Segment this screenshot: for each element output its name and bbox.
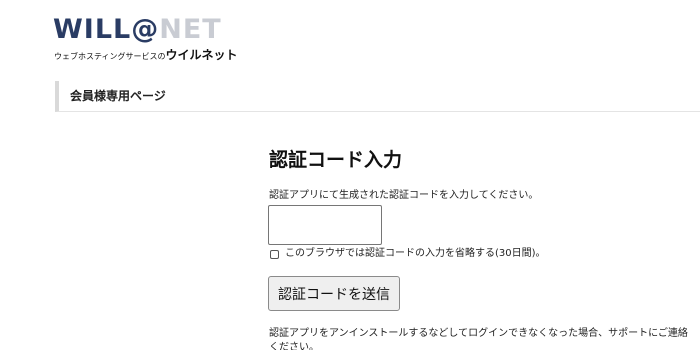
auth-code-input[interactable] [268,205,382,245]
logo-wordmark: WILL@NET [53,14,222,46]
page: WILL@NET ウェブホスティングサービスのウイルネット 会員様専用ページ 認… [0,0,700,350]
willnet-logo[interactable]: WILL@NET ウェブホスティングサービスのウイルネット [53,14,238,64]
logo-net-text: NET [159,14,222,45]
support-note: 認証アプリをアンインストールするなどしてログインできなくなった場合、サポートにご… [269,328,688,350]
logo-tagline-small: ウェブホスティングサービスの [54,52,166,61]
logo-at-symbol: @ [131,14,160,45]
remember-browser-option[interactable]: このブラウザでは認証コードの入力を省略する(30日間)。 [270,247,546,261]
section-title: 会員様専用ページ [70,89,166,103]
logo-tagline-brand: ウイルネット [165,48,238,62]
instruction-text: 認証アプリにて生成された認証コードを入力してください。 [269,190,539,201]
logo-tagline: ウェブホスティングサービスのウイルネット [54,47,238,64]
page-title: 認証コード入力 [269,149,403,171]
remember-browser-checkbox[interactable] [270,249,279,259]
submit-auth-code-button[interactable]: 認証コードを送信 [268,276,400,311]
members-section-header: 会員様専用ページ [55,81,700,112]
remember-browser-label: このブラウザでは認証コードの入力を省略する(30日間)。 [285,248,546,259]
logo-will-text: WILL [53,14,132,45]
